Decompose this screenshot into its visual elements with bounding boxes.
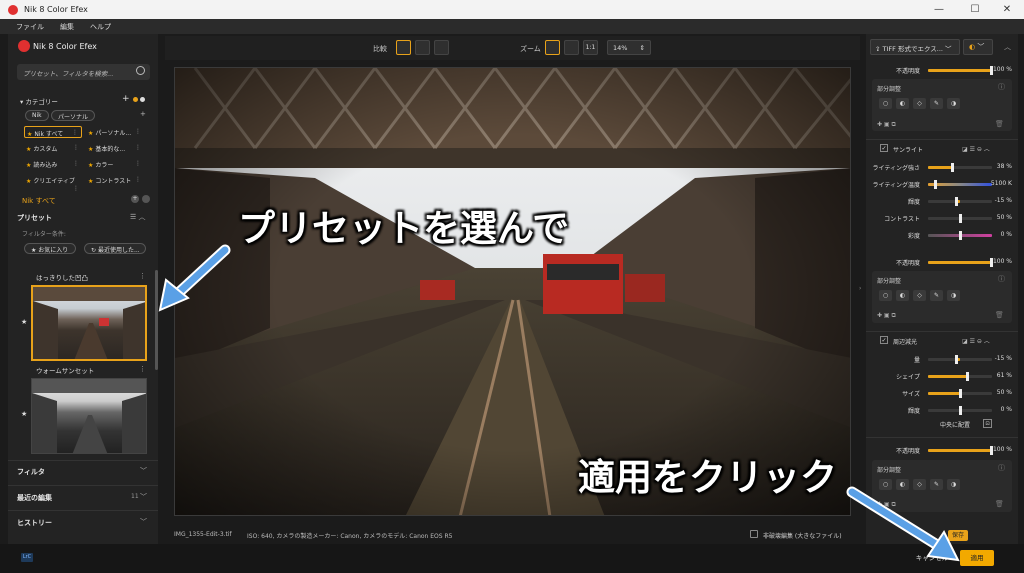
arrow-to-apply bbox=[846, 486, 960, 562]
annotation-select-preset: プリセットを選んで bbox=[238, 207, 570, 250]
annotation-click-apply: 適用をクリック bbox=[578, 456, 837, 499]
tutorial-arrows bbox=[158, 244, 960, 562]
arrow-to-preset bbox=[158, 244, 231, 312]
